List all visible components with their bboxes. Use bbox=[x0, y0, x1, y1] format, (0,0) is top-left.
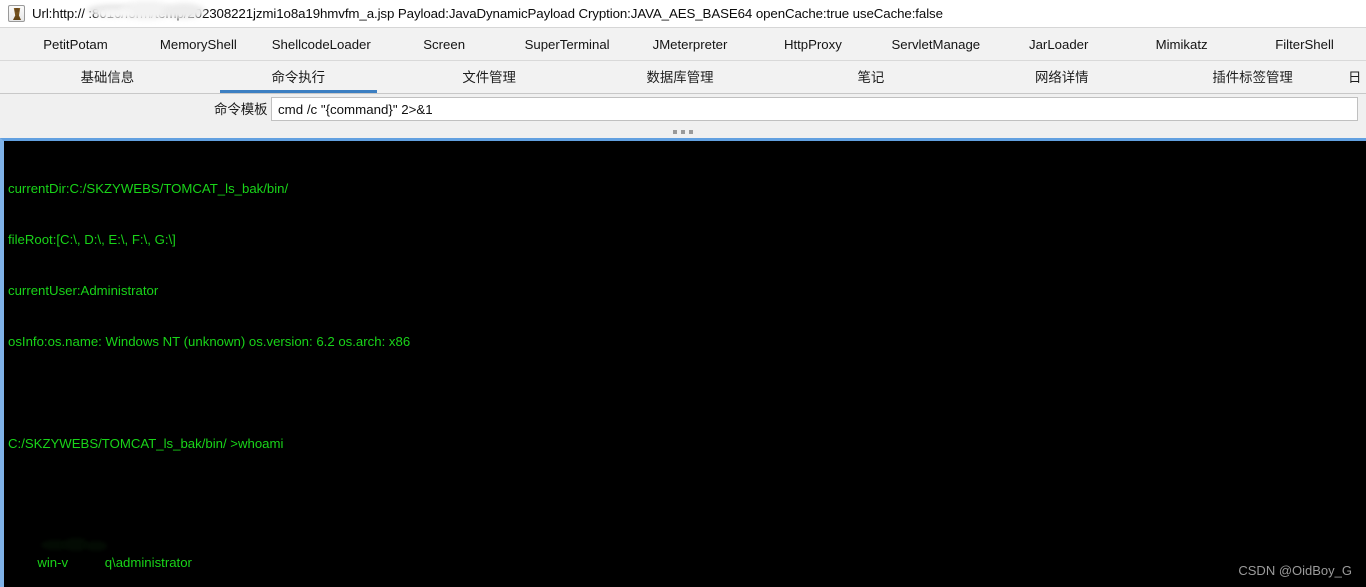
function-tab-bar-lead bbox=[0, 61, 12, 93]
tab-database-manage[interactable]: 数据库管理 bbox=[585, 61, 776, 93]
tab-plugin-tag-manage[interactable]: 插件标签管理 bbox=[1157, 61, 1348, 93]
watermark-label: CSDN @OidBoy_G bbox=[1238, 563, 1352, 578]
plugin-tab-filtershell[interactable]: FilterShell bbox=[1243, 28, 1366, 61]
terminal-line-current-user: currentUser:Administrator bbox=[8, 283, 159, 298]
plugin-tab-petitpotam[interactable]: PetitPotam bbox=[14, 28, 137, 61]
terminal-line-current-dir: currentDir:C:/SKZYWEBS/TOMCAT_ls_bak/bin… bbox=[8, 181, 289, 196]
command-template-input[interactable] bbox=[271, 97, 1358, 121]
window-title: Url:http:// :8016/form/temp/202308221jzm… bbox=[32, 6, 943, 21]
function-tab-bar: 基础信息 命令执行 文件管理 数据库管理 笔记 网络详情 插件标签管理 日 bbox=[0, 61, 1366, 94]
plugin-tab-httpproxy[interactable]: HttpProxy bbox=[751, 28, 874, 61]
plugin-tab-memoryshell[interactable]: MemoryShell bbox=[137, 28, 260, 61]
whoami-result-text: win-v q\administrator bbox=[37, 555, 192, 570]
panel-splitter-handle[interactable] bbox=[0, 125, 1366, 138]
tab-basic-info[interactable]: 基础信息 bbox=[12, 61, 203, 93]
plugin-tab-mimikatz[interactable]: Mimikatz bbox=[1120, 28, 1243, 61]
java-app-icon bbox=[8, 5, 25, 22]
plugin-tab-servletmanage[interactable]: ServletManage bbox=[874, 28, 997, 61]
plugin-tab-bar: PetitPotam MemoryShell ShellcodeLoader S… bbox=[0, 28, 1366, 61]
terminal-line-os-info: osInfo:os.name: Windows NT (unknown) os.… bbox=[8, 334, 411, 349]
plugin-tab-shellcodeloader[interactable]: ShellcodeLoader bbox=[260, 28, 383, 61]
tab-file-management[interactable]: 文件管理 bbox=[394, 61, 585, 93]
splitter-dot bbox=[673, 129, 677, 134]
plugin-tab-jarloader[interactable]: JarLoader bbox=[997, 28, 1120, 61]
command-template-label: 命令模板 bbox=[214, 102, 268, 117]
terminal-console[interactable]: currentDir:C:/SKZYWEBS/TOMCAT_ls_bak/bin… bbox=[0, 138, 1366, 587]
redacted-hostname-blur bbox=[41, 538, 129, 552]
command-template-bar: 命令模板 bbox=[0, 94, 1366, 125]
tab-network-detail[interactable]: 网络详情 bbox=[966, 61, 1157, 93]
splitter-dot bbox=[681, 129, 685, 134]
window-title-bar: Url:http:// :8016/form/temp/202308221jzm… bbox=[0, 0, 1366, 28]
plugin-tab-jmeterpreter[interactable]: JMeterpreter bbox=[629, 28, 752, 61]
terminal-output: currentDir:C:/SKZYWEBS/TOMCAT_ls_bak/bin… bbox=[8, 146, 1366, 587]
tab-command-execution[interactable]: 命令执行 bbox=[203, 61, 394, 93]
terminal-line-file-root: fileRoot:[C:\, D:\, E:\, F:\, G:\] bbox=[8, 232, 176, 247]
tab-overflow-clipped[interactable]: 日 bbox=[1348, 61, 1366, 93]
plugin-tab-screen[interactable]: Screen bbox=[383, 28, 506, 61]
splitter-dot bbox=[689, 129, 693, 134]
plugin-tab-superterminal[interactable]: SuperTerminal bbox=[506, 28, 629, 61]
terminal-line-prompt-whoami: C:/SKZYWEBS/TOMCAT_ls_bak/bin/ >whoami bbox=[8, 436, 284, 451]
tab-notes[interactable]: 笔记 bbox=[775, 61, 966, 93]
terminal-line-whoami-result: win-v q\administrator bbox=[8, 537, 1366, 570]
application-window: Url:http:// :8016/form/temp/202308221jzm… bbox=[0, 0, 1366, 587]
